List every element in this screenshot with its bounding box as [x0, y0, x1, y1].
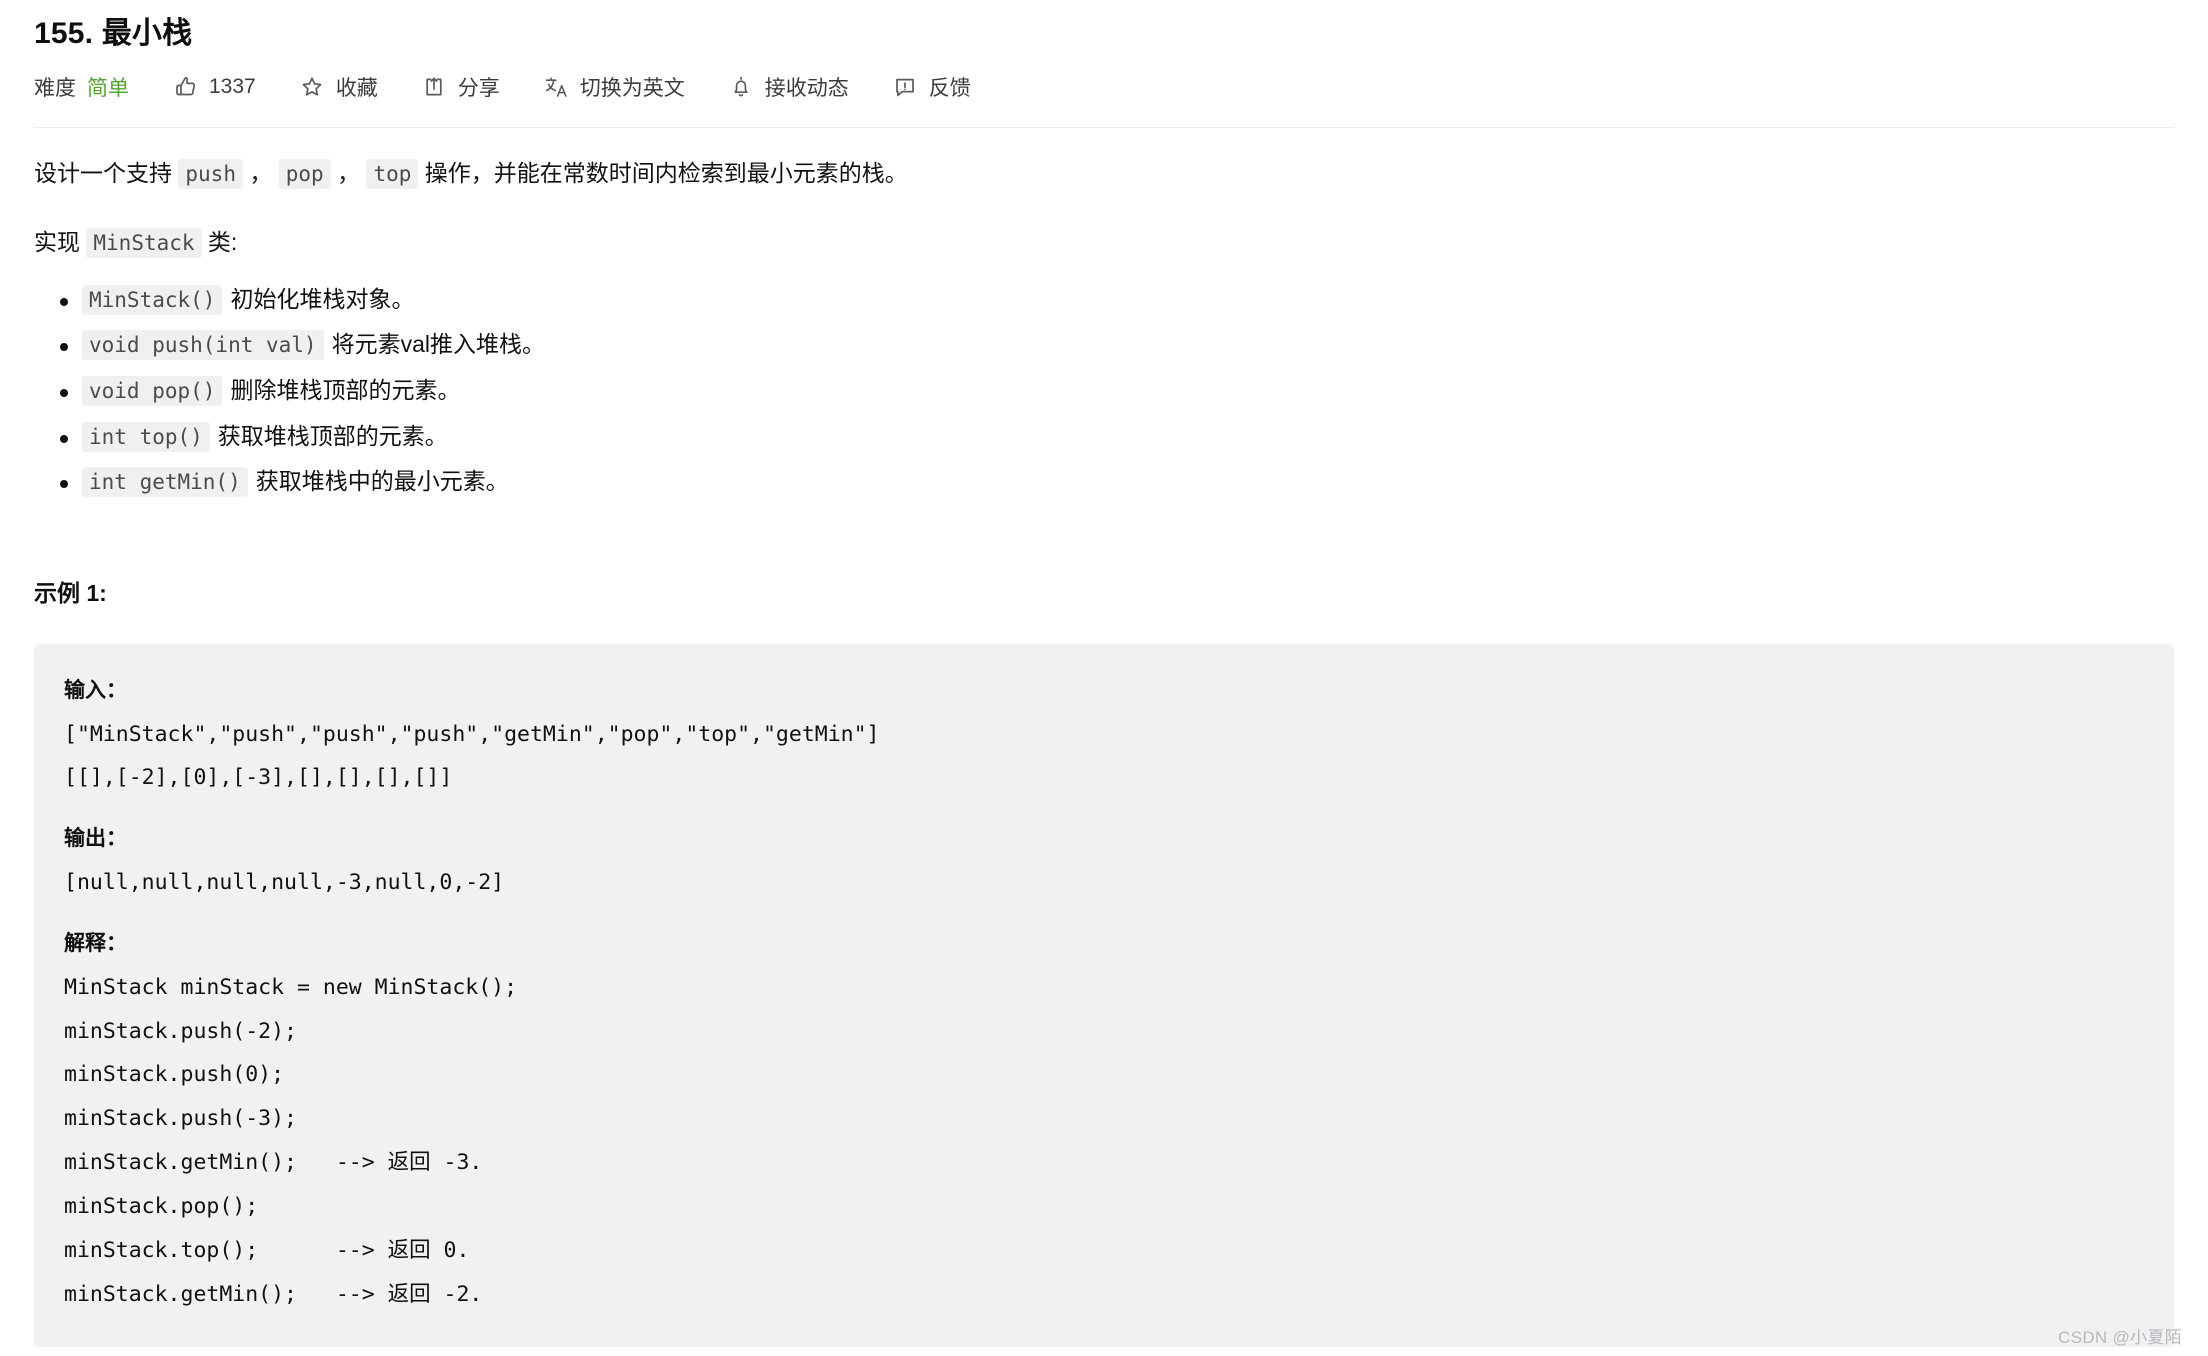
favorite-label: 收藏: [335, 76, 378, 100]
api-description: 初始化堆栈对象。: [230, 285, 415, 312]
example-code-block: 输入： ["MinStack","push","push","push","get…: [34, 643, 2174, 1347]
desc1-sep2: ，: [330, 159, 367, 186]
problem-toolbar: 难度 简单 1337 收藏 分享 切换为英文 接收动态 反馈: [34, 58, 2174, 116]
explain-line: minStack.push(-2);: [64, 1018, 297, 1044]
translate-label: 切换为英文: [579, 76, 685, 100]
explain-line: minStack.getMin(); --> 返回 -3.: [64, 1150, 483, 1176]
desc1-sep1: ，: [242, 159, 279, 186]
explain-line: minStack.pop();: [64, 1194, 259, 1220]
api-description: 获取堆栈中的最小元素。: [255, 468, 509, 495]
api-signature: void push(int val): [82, 330, 324, 361]
api-description: 获取堆栈顶部的元素。: [217, 422, 448, 449]
difficulty-label: 难度: [34, 76, 76, 100]
list-item: int top() 获取堆栈顶部的元素。: [60, 419, 2174, 455]
list-item: void pop() 删除堆栈顶部的元素。: [60, 373, 2174, 409]
code-top: top: [366, 158, 419, 189]
api-method-list: MinStack() 初始化堆栈对象。 void push(int val) 将元素…: [34, 282, 2174, 500]
difficulty-group: 难度 简单: [34, 72, 129, 102]
feedback-button[interactable]: 反馈: [893, 72, 971, 102]
output-line: [null,null,null,null,-3,null,0,-2]: [64, 870, 505, 896]
favorite-button[interactable]: 收藏: [300, 72, 378, 102]
explain-line: minStack.getMin(); --> 返回 -2.: [64, 1281, 483, 1307]
translate-button[interactable]: 切换为英文: [544, 72, 685, 102]
explain-label: 解释：: [64, 931, 127, 955]
thumbs-up-icon: [173, 74, 198, 99]
desc1-suffix: 操作，并能在常数时间内检索到最小元素的栈。: [418, 159, 908, 186]
problem-page: 155. 最小栈 难度 简单 1337 收藏 分享 切换为英文 接收动态 反馈 …: [0, 0, 2208, 1356]
input-line: ["MinStack","push","push","push","getMin…: [64, 721, 880, 747]
page-title: 155. 最小栈: [34, 17, 193, 50]
list-item: MinStack() 初始化堆栈对象。: [60, 282, 2174, 318]
code-pop: pop: [278, 158, 331, 189]
description-paragraph-1: 设计一个支持 push ， pop ， top 操作，并能在常数时间内检索到最小…: [34, 150, 2174, 197]
api-description: 删除堆栈顶部的元素。: [230, 377, 461, 404]
code-push: push: [178, 158, 243, 189]
problem-header: 155. 最小栈 难度 简单 1337 收藏 分享 切换为英文 接收动态 反馈: [0, 0, 2208, 128]
input-line: [[],[-2],[0],[-3],[],[],[],[]]: [64, 765, 453, 791]
header-divider: [34, 126, 2174, 128]
translate-icon: [544, 74, 569, 99]
explain-line: minStack.push(-3);: [64, 1106, 297, 1132]
difficulty-badge: 简单: [87, 76, 129, 100]
description-paragraph-2: 实现 MinStack 类:: [34, 219, 2174, 266]
api-signature: void pop(): [82, 376, 223, 407]
api-signature: int getMin(): [82, 467, 248, 498]
explain-line: MinStack minStack = new MinStack();: [64, 974, 518, 1000]
feedback-icon: [893, 74, 918, 99]
star-icon: [300, 74, 325, 99]
api-description: 将元素val推入堆栈。: [331, 331, 545, 358]
input-label: 输入：: [64, 678, 127, 702]
subscribe-label: 接收动态: [764, 76, 849, 100]
api-signature: MinStack(): [82, 284, 223, 315]
api-signature: int top(): [82, 421, 210, 452]
like-button[interactable]: 1337: [173, 74, 256, 99]
watermark: CSDN @小夏陌: [2058, 1328, 2182, 1347]
share-icon: [422, 74, 447, 99]
desc1-prefix: 设计一个支持: [34, 159, 179, 186]
code-minstack: MinStack: [86, 227, 202, 258]
example-heading: 示例 1:: [34, 579, 107, 606]
explain-line: minStack.push(0);: [64, 1062, 285, 1088]
share-label: 分享: [457, 76, 500, 100]
bell-icon: [729, 74, 754, 99]
like-count: 1337: [209, 74, 256, 98]
list-item: int getMin() 获取堆栈中的最小元素。: [60, 464, 2174, 500]
share-button[interactable]: 分享: [422, 72, 500, 102]
explain-line: minStack.top(); --> 返回 0.: [64, 1237, 470, 1263]
desc2-prefix: 实现: [34, 228, 87, 255]
problem-content: 设计一个支持 push ， pop ， top 操作，并能在常数时间内检索到最小…: [0, 150, 2208, 1347]
feedback-label: 反馈: [928, 76, 971, 100]
desc2-suffix: 类:: [201, 228, 238, 255]
output-label: 输出：: [64, 827, 127, 851]
subscribe-button[interactable]: 接收动态: [729, 72, 849, 102]
list-item: void push(int val) 将元素val推入堆栈。: [60, 327, 2174, 363]
